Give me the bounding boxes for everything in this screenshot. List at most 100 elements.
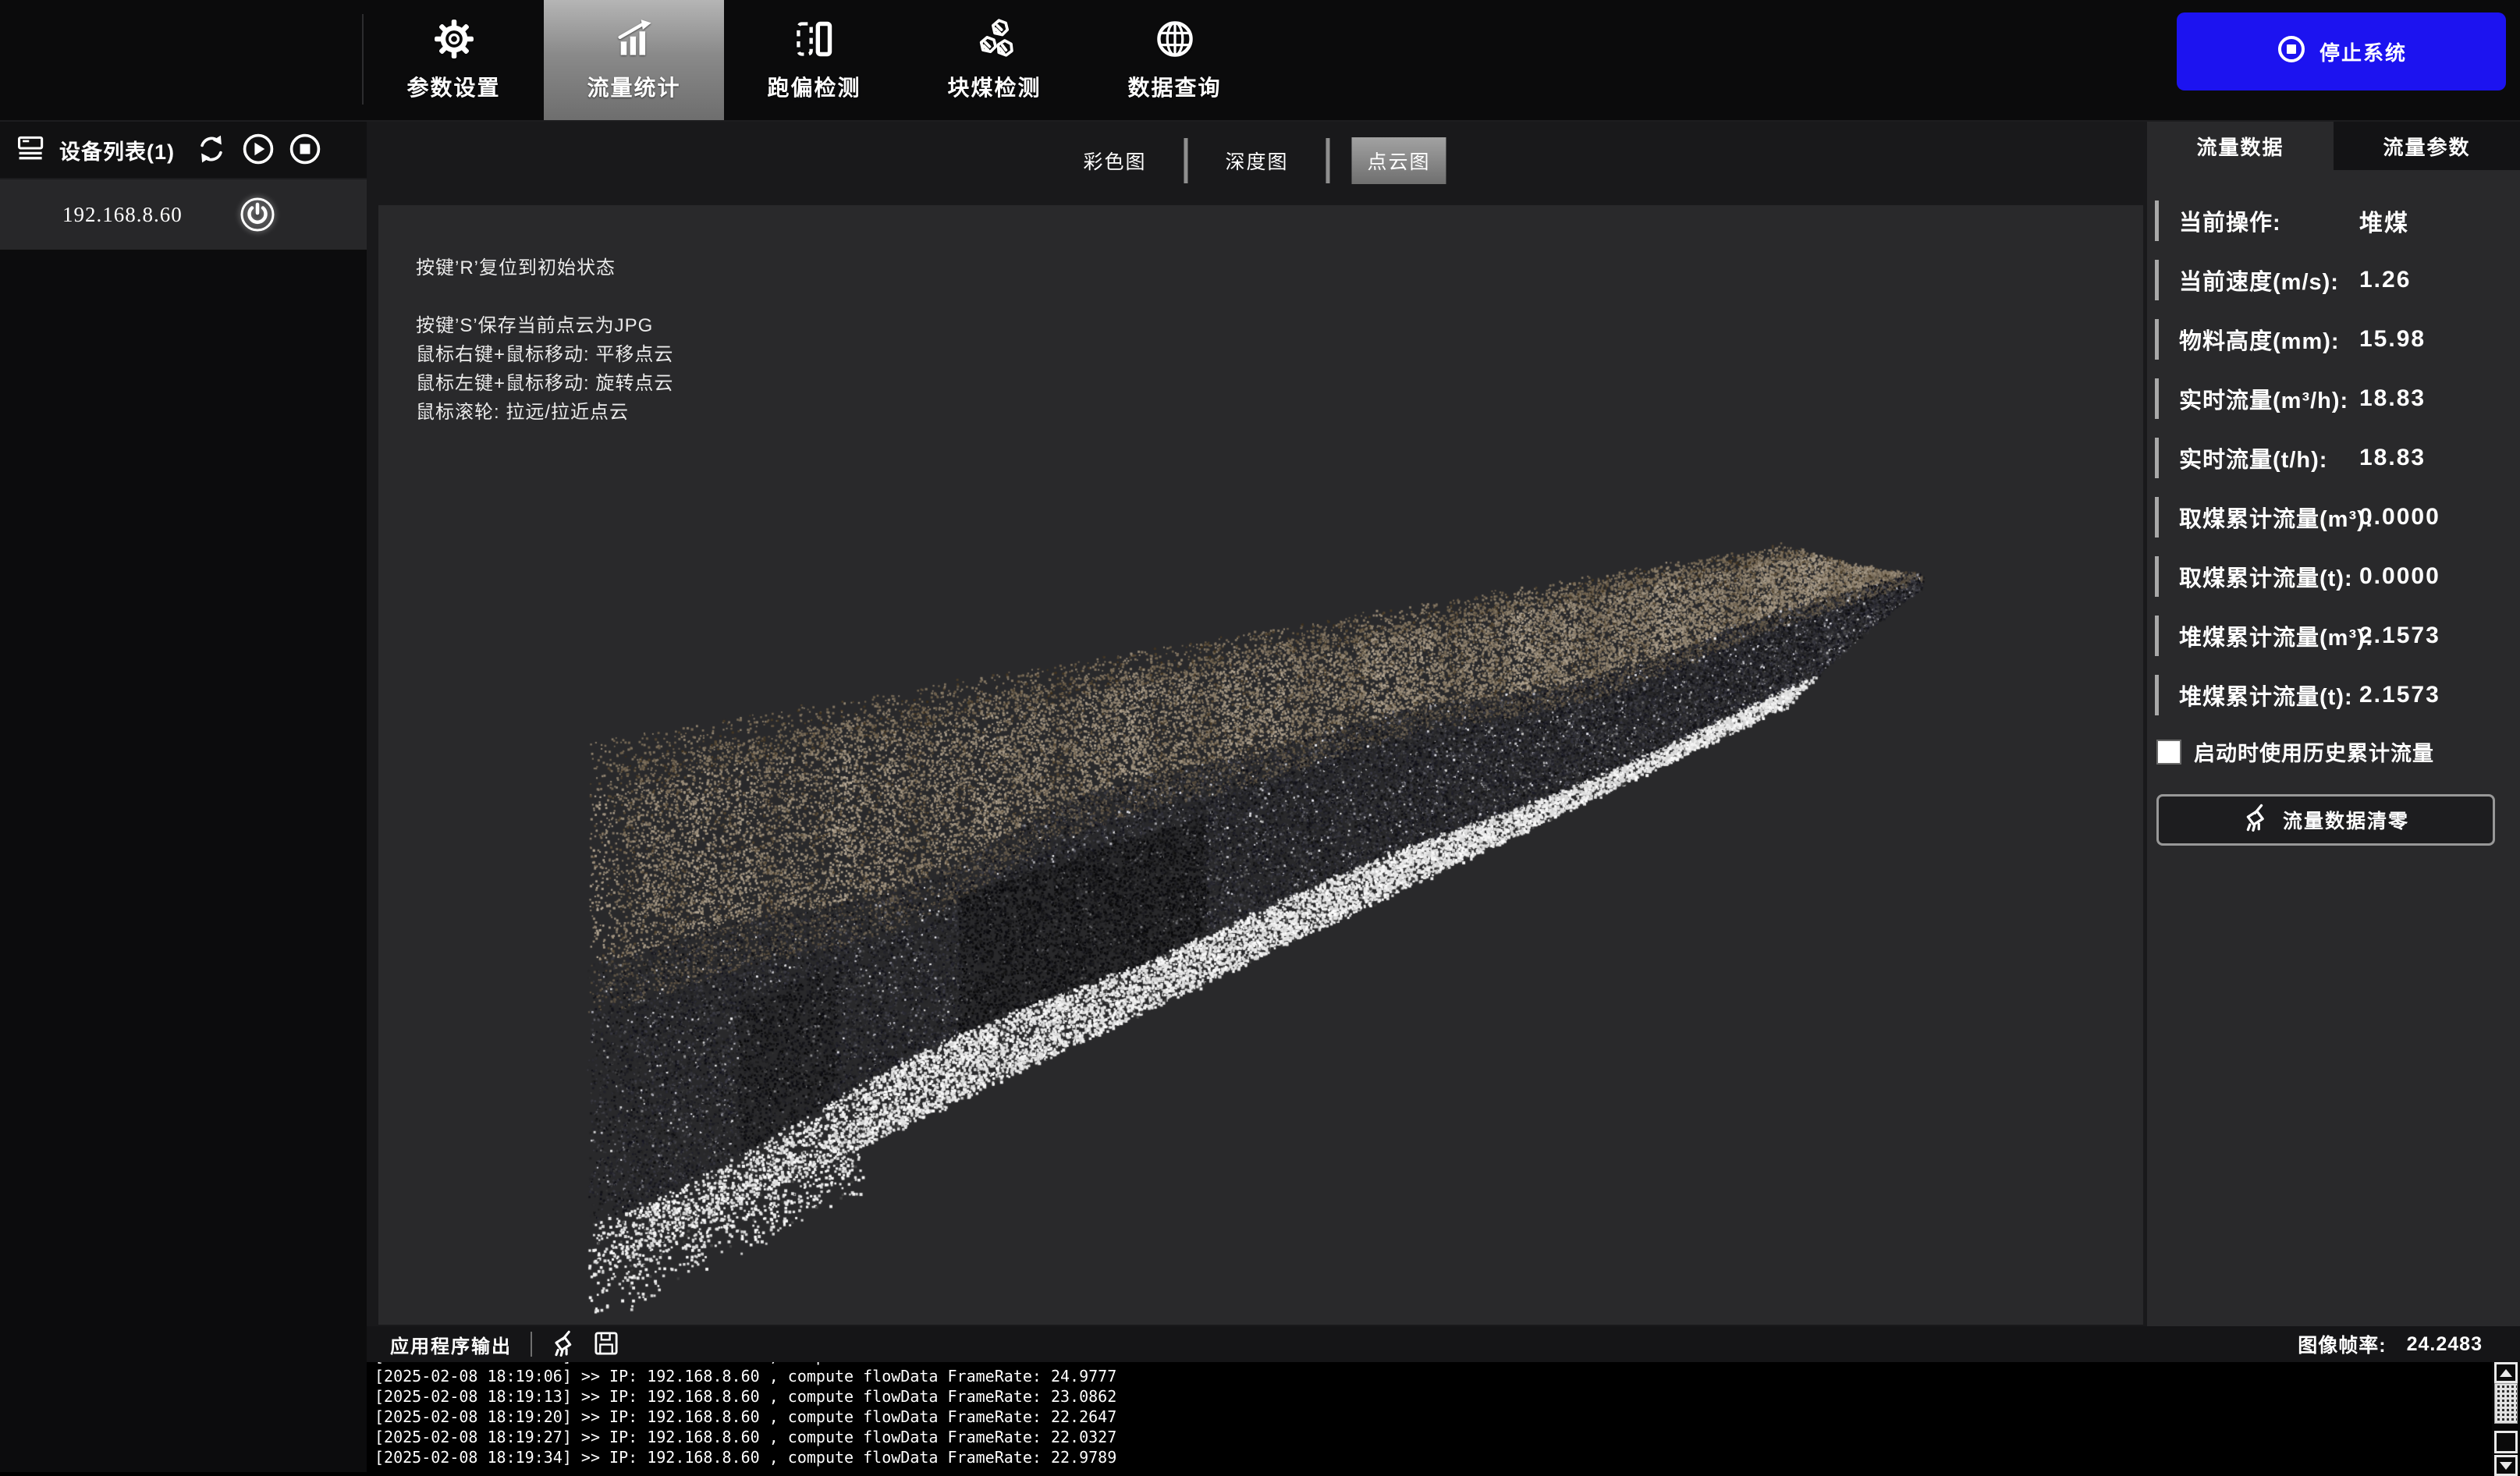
stop-device-button[interactable] — [287, 132, 323, 168]
toolbar-item-label: 数据查询 — [1127, 71, 1221, 102]
start-device-button[interactable] — [240, 132, 276, 168]
point-cloud-viewport[interactable]: 按键’R’复位到初始状态 按键’S’保存当前点云为JPG 鼠标右键+鼠标移动: … — [378, 205, 2143, 1325]
row-label: 实时流量(m³/h): — [2179, 382, 2348, 415]
app-window: 参数设置 流量统计 — [0, 0, 2520, 1472]
save-log-button[interactable] — [593, 1330, 619, 1359]
framerate-label: 图像帧率: — [2298, 1330, 2386, 1358]
row-label: 当前速度(m/s): — [2179, 264, 2339, 296]
history-total-checkbox-row: 启动时使用历史累计流量 — [2156, 736, 2512, 767]
console-separator — [531, 1332, 532, 1357]
scrollbar-thumb[interactable] — [2494, 1383, 2518, 1424]
flow-panel-tabs: 流量数据 流量参数 — [2147, 122, 2520, 170]
row-accent-bar — [2155, 556, 2159, 597]
toolbar-item-label: 块煤检测 — [947, 71, 1041, 102]
device-list-header: 设备列表(1) — [0, 122, 367, 179]
clear-flow-data-button[interactable]: 流量数据清零 — [2156, 794, 2495, 846]
device-list-actions — [193, 132, 323, 168]
device-power-button[interactable] — [239, 196, 276, 233]
device-row[interactable]: 192.168.8.60 — [0, 179, 367, 250]
row-label: 堆煤累计流量(t): — [2179, 679, 2353, 711]
stop-system-button[interactable]: 停止系统 — [2177, 12, 2506, 90]
log-line: [2025-02-08 18:19:13] >> IP: 192.168.8.6… — [374, 1386, 2492, 1407]
toolbar-item-flow-statistics[interactable]: 流量统计 — [544, 0, 724, 120]
tab-flow-parameters[interactable]: 流量参数 — [2334, 122, 2520, 170]
scroll-up-button[interactable] — [2494, 1362, 2518, 1383]
row-value: 堆煤 — [2359, 204, 2409, 238]
toolbar-item-parameter-settings[interactable]: 参数设置 — [364, 0, 544, 120]
toolbar-item-deviation-detection[interactable]: 跑偏检测 — [724, 0, 904, 120]
flow-data-rows: 当前操作: 堆煤 当前速度(m/s): 1.26 物料高度(mm): 15.98… — [2147, 200, 2520, 716]
row-accent-bar — [2155, 616, 2159, 656]
toolbar-item-lump-coal-detection[interactable]: 块煤检测 — [904, 0, 1084, 120]
tab-flow-data[interactable]: 流量数据 — [2147, 122, 2334, 170]
device-list-icon — [16, 133, 47, 168]
clear-log-button[interactable] — [551, 1330, 577, 1359]
row-value: 15.98 — [2359, 326, 2426, 353]
log-scrollbar[interactable] — [2492, 1362, 2520, 1472]
flow-row-current-speed: 当前速度(m/s): 1.26 — [2147, 259, 2520, 301]
viewport-instructions: 按键’R’复位到初始状态 按键’S’保存当前点云为JPG 鼠标右键+鼠标移动: … — [416, 254, 673, 427]
flow-row-reclaim-total-m3: 取煤累计流量(m³): 0.0000 — [2147, 496, 2520, 538]
device-sidebar: 设备列表(1) — [0, 122, 367, 1472]
log-line: [2025-02-08 18:19:20] >> IP: 192.168.8.6… — [374, 1407, 2492, 1427]
bar-chart-icon — [614, 19, 655, 62]
row-value: 2.1573 — [2359, 623, 2440, 649]
history-total-checkbox-label: 启动时使用历史累计流量 — [2194, 736, 2434, 767]
log-line: [2025-02-08 18:19:27] >> IP: 192.168.8.6… — [374, 1427, 2492, 1447]
row-accent-bar — [2155, 497, 2159, 538]
flow-row-reclaim-total-t: 取煤累计流量(t): 0.0000 — [2147, 555, 2520, 598]
top-toolbar: 参数设置 流量统计 — [0, 0, 2520, 122]
stop-system-label: 停止系统 — [2319, 37, 2407, 66]
log-line: [2025-02-08 18:19:06] >> IP: 192.168.8.6… — [374, 1366, 2492, 1386]
instruction-line: 按键’S’保存当前点云为JPG — [416, 311, 673, 340]
instruction-line — [416, 282, 673, 311]
flow-row-stack-total-t: 堆煤累计流量(t): 2.1573 — [2147, 674, 2520, 716]
row-label: 取煤累计流量(m³): — [2179, 501, 2373, 534]
log-output[interactable]: [2025-02-08 18:19:06] >> IP: 192.168.8.6… — [367, 1362, 2492, 1472]
row-value: 1.26 — [2359, 267, 2411, 293]
save-icon — [593, 1330, 619, 1359]
scrollbar-page-button[interactable] — [2494, 1431, 2518, 1453]
refresh-devices-button[interactable] — [193, 132, 229, 168]
view-mode-tabs: 彩色图 深度图 点云图 — [1067, 137, 1446, 184]
framerate-value: 24.2483 — [2407, 1333, 2483, 1356]
row-value: 18.83 — [2359, 385, 2426, 412]
row-accent-bar — [2155, 319, 2159, 360]
clear-flow-data-label: 流量数据清零 — [2283, 806, 2409, 834]
main-view: 彩色图 深度图 点云图 按键’R’复位到初始状态 按键’S’保存当前点云为JPG… — [367, 122, 2147, 1326]
instruction-line: 按键’R’复位到初始状态 — [416, 254, 673, 282]
flow-panel: 流量数据 流量参数 当前操作: 堆煤 当前速度(m/s): 1.26 物料高度(… — [2147, 122, 2520, 1326]
coal-lumps-icon — [974, 19, 1015, 62]
arrow-down-icon — [2500, 1462, 2512, 1470]
row-label: 取煤累计流量(t): — [2179, 560, 2353, 593]
toolbar-item-data-query[interactable]: 数据查询 — [1084, 0, 1265, 120]
row-label: 实时流量(t/h): — [2179, 442, 2327, 474]
row-value: 0.0000 — [2359, 563, 2440, 590]
row-value: 18.83 — [2359, 445, 2426, 471]
tab-separator — [1184, 138, 1187, 183]
application-output-panel: 应用程序输出 — [367, 1326, 2520, 1472]
tab-color-map[interactable]: 彩色图 — [1067, 137, 1162, 184]
play-circle-icon — [241, 132, 275, 169]
device-list-title: 设备列表(1) — [59, 135, 175, 165]
tab-point-cloud[interactable]: 点云图 — [1352, 137, 1446, 184]
flow-row-material-height: 物料高度(mm): 15.98 — [2147, 318, 2520, 360]
toolbar-item-label: 参数设置 — [406, 71, 500, 102]
arrow-up-icon — [2500, 1369, 2512, 1377]
tab-separator — [1326, 138, 1330, 183]
toolbar-item-label: 跑偏检测 — [767, 71, 861, 102]
device-ip: 192.168.8.60 — [62, 203, 183, 227]
flow-row-realtime-flow-m3h: 实时流量(m³/h): 18.83 — [2147, 378, 2520, 420]
tab-depth-map[interactable]: 深度图 — [1209, 137, 1304, 184]
broom-icon — [2242, 804, 2270, 837]
row-accent-bar — [2155, 378, 2159, 419]
row-value: 2.1573 — [2359, 682, 2440, 708]
scroll-down-button[interactable] — [2494, 1455, 2518, 1476]
flow-row-current-operation: 当前操作: 堆煤 — [2147, 200, 2520, 242]
console-title: 应用程序输出 — [390, 1331, 512, 1358]
stop-circle-icon — [2276, 34, 2307, 70]
console-header: 应用程序输出 — [367, 1326, 2520, 1362]
power-icon — [239, 224, 276, 236]
flow-row-realtime-flow-th: 实时流量(t/h): 18.83 — [2147, 437, 2520, 479]
history-total-checkbox[interactable] — [2156, 740, 2181, 765]
